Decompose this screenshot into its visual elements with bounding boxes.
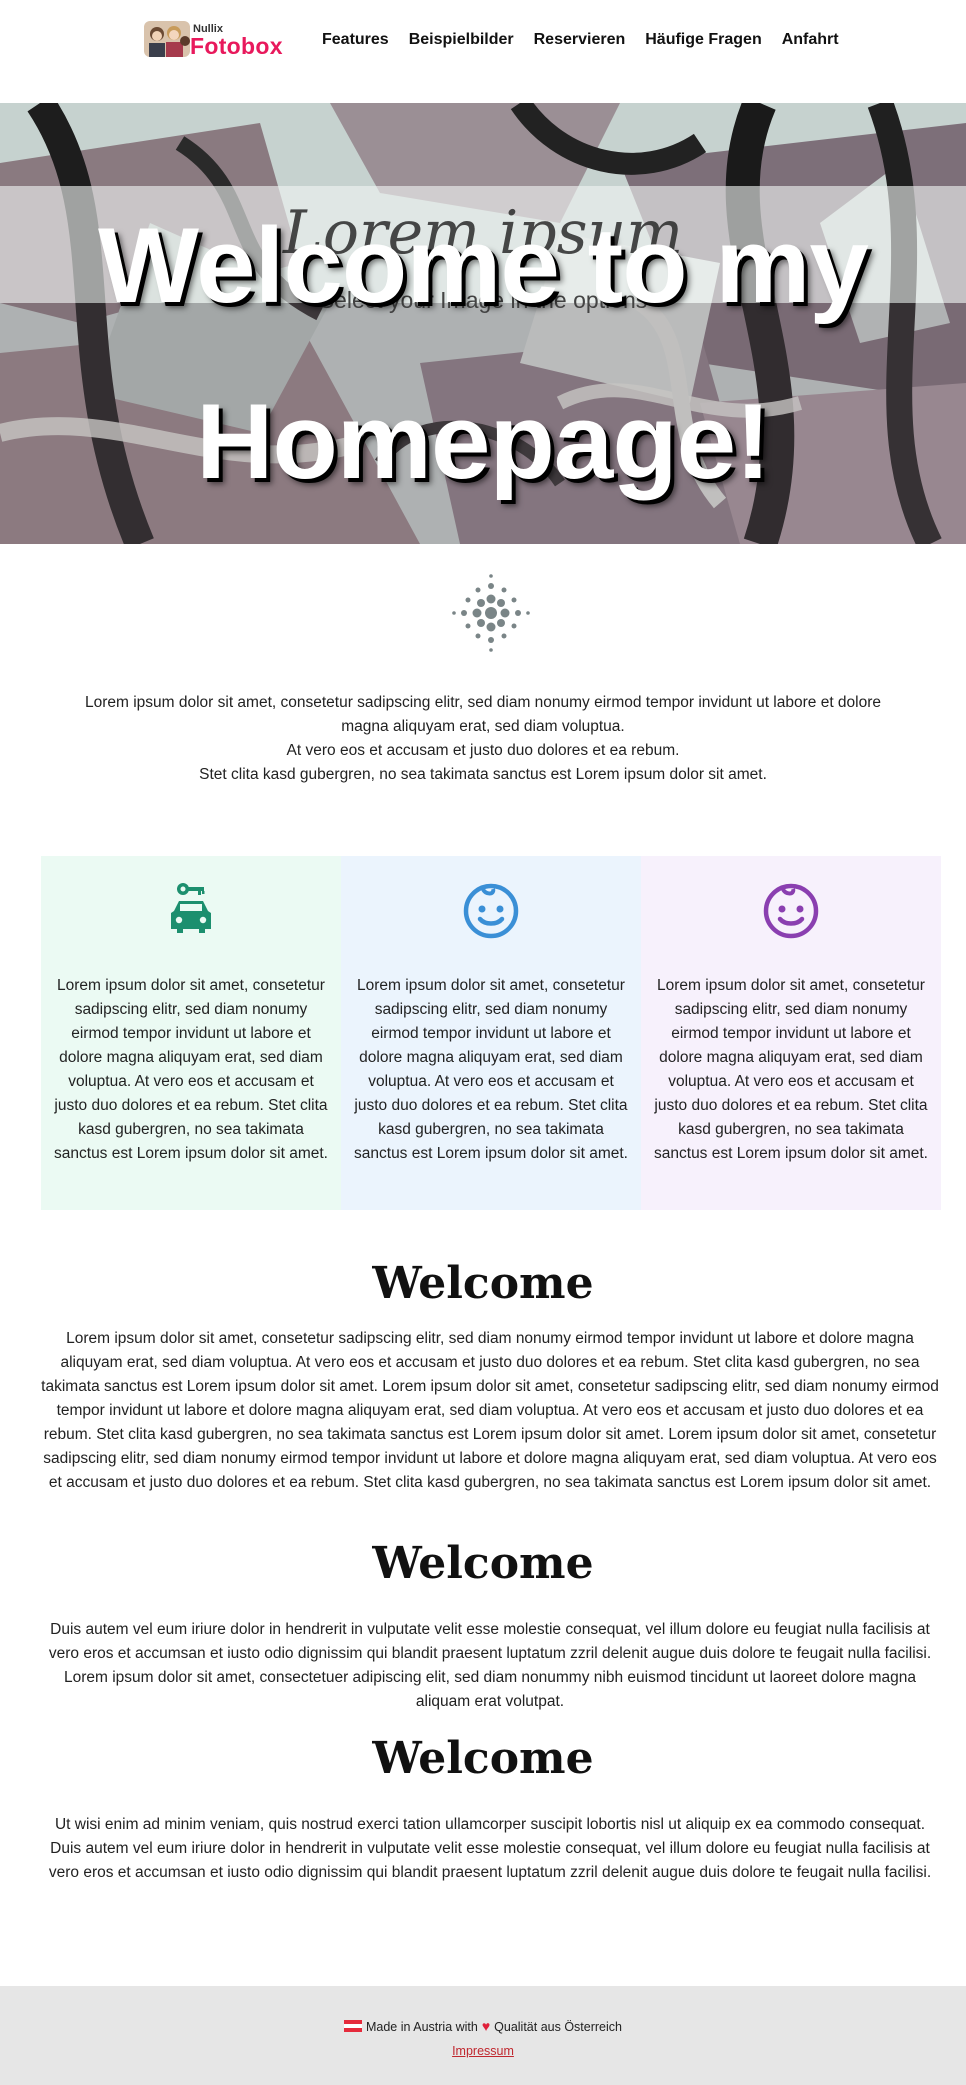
intro-text: Lorem ipsum dolor sit amet, consetetur s… (60, 691, 906, 787)
section-title: Welcome (372, 1258, 594, 1309)
made-in-text: Made in Austria with (365, 2020, 478, 2034)
section-title: Welcome (372, 1538, 594, 1589)
feature-text: Lorem ipsum dolor sit amet, consetetur s… (654, 977, 928, 1162)
impressum: Impressum (0, 2044, 966, 2058)
feature-card: Lorem ipsum dolor sit amet, consetetur s… (641, 856, 941, 1210)
logo-photo (144, 21, 190, 57)
site-header: Nullix Fotobox Features Beispielbilder R… (0, 0, 966, 103)
feature-text: Lorem ipsum dolor sit amet, consetetur s… (54, 977, 328, 1162)
site-footer: Made in Austria with ♥ Qualität aus Österr… (0, 1986, 966, 2085)
austria-flag-icon (343, 2020, 362, 2032)
footer-credits: Made in Austria with ♥ Qualität aus Österr… (0, 2018, 966, 2034)
feature-text: Lorem ipsum dolor sit amet, consetetur s… (354, 977, 628, 1162)
hero-title: Welcome to my Homepage! (98, 205, 869, 501)
intro-line: Lorem ipsum dolor sit amet, consetetur s… (84, 694, 882, 735)
feature-card: Lorem ipsum dolor sit amet, consetetur s… (341, 856, 641, 1210)
nav-beispielbilder[interactable]: Beispielbilder (409, 31, 514, 49)
section-title: Welcome (372, 1733, 594, 1784)
dots-burst-icon (452, 574, 530, 652)
intro-line: Stet clita kasd gubergren, no sea takima… (199, 766, 767, 783)
main-nav: Features Beispielbilder Reservieren Häuf… (322, 31, 859, 49)
section-text: Duis autem vel eum iriure dolor in hendr… (48, 1621, 932, 1710)
baby-face-icon (763, 883, 819, 939)
heart-icon: ♥ (481, 2018, 491, 2034)
nav-reservieren[interactable]: Reservieren (534, 31, 626, 49)
feature-card: Lorem ipsum dolor sit amet, consetetur s… (41, 856, 341, 1210)
section-text: Ut wisi enim ad minim veniam, quis nostr… (48, 1816, 932, 1881)
impressum-link[interactable]: Impressum (452, 2044, 514, 2058)
car-key-icon (171, 883, 211, 933)
features-row: Lorem ipsum dolor sit amet, consetetur s… (41, 856, 941, 1210)
quality-text: Qualität aus Österreich (494, 2020, 622, 2034)
baby-face-icon (463, 883, 519, 939)
nav-haeufige-fragen[interactable]: Häufige Fragen (645, 31, 761, 49)
hero-banner: Lorem ipsum Select your Image in the opt… (0, 103, 966, 544)
nav-anfahrt[interactable]: Anfahrt (782, 31, 839, 49)
site-logo[interactable]: Nullix Fotobox (144, 19, 292, 59)
section-text: Lorem ipsum dolor sit amet, consetetur s… (41, 1330, 939, 1491)
intro-line: At vero eos et accusam et justo duo dolo… (286, 742, 680, 759)
logo-brand-text: Fotobox (190, 33, 283, 59)
nav-features[interactable]: Features (322, 31, 389, 49)
